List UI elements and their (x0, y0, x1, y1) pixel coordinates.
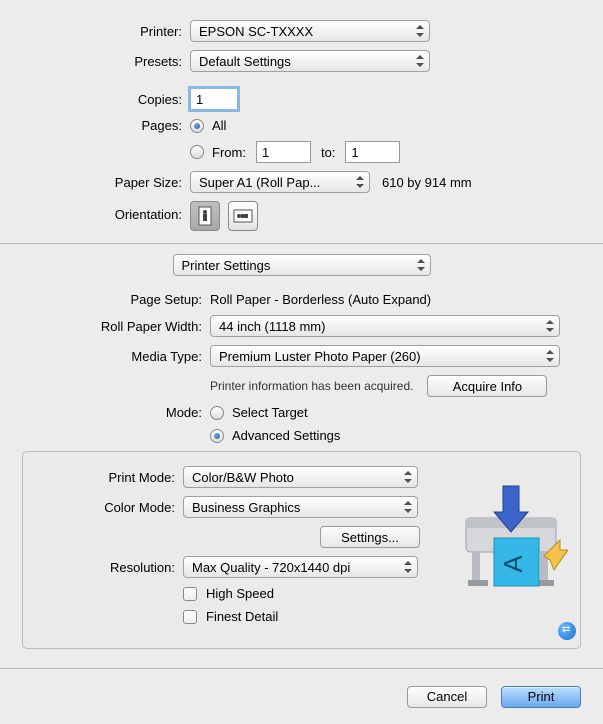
cancel-button[interactable]: Cancel (407, 686, 487, 708)
orientation-portrait-button[interactable] (190, 201, 220, 231)
pages-all-label: All (212, 118, 226, 133)
paper-size-dims: 610 by 914 mm (382, 175, 472, 190)
finest-detail-label: Finest Detail (206, 609, 278, 624)
printer-label: Printer: (20, 24, 190, 39)
high-speed-label: High Speed (206, 586, 274, 601)
pages-label: Pages: (20, 118, 190, 133)
acquire-info-text: Printer information has been acquired. (210, 379, 413, 393)
print-mode-label: Print Mode: (33, 470, 183, 485)
roll-width-select[interactable]: 44 inch (1118 mm) (210, 315, 560, 337)
media-type-select[interactable]: Premium Luster Photo Paper (260) (210, 345, 560, 367)
page-setup-label: Page Setup: (20, 292, 210, 307)
section-select-value: Printer Settings (182, 258, 271, 273)
presets-select[interactable]: Default Settings (190, 50, 430, 72)
divider (0, 243, 603, 244)
page-setup-value: Roll Paper - Borderless (Auto Expand) (210, 292, 431, 307)
orientation-label: Orientation: (20, 201, 190, 222)
pages-to-input[interactable] (345, 141, 400, 163)
resolution-label: Resolution: (33, 560, 183, 575)
print-mode-value: Color/B&W Photo (192, 470, 294, 485)
color-mode-value: Business Graphics (192, 500, 300, 515)
color-mode-select[interactable]: Business Graphics (183, 496, 418, 518)
section-select[interactable]: Printer Settings (173, 254, 431, 276)
mode-select-target-radio[interactable] (210, 406, 224, 420)
copies-input[interactable] (190, 88, 238, 110)
media-type-label: Media Type: (20, 349, 210, 364)
printer-value: EPSON SC-TXXXX (199, 24, 313, 39)
roll-width-value: 44 inch (1118 mm) (219, 319, 325, 334)
media-type-value: Premium Luster Photo Paper (260) (219, 349, 421, 364)
landscape-icon (233, 208, 253, 224)
high-speed-checkbox[interactable] (183, 587, 197, 601)
mode-label: Mode: (20, 405, 210, 420)
acquire-info-button[interactable]: Acquire Info (427, 375, 547, 397)
resolution-select[interactable]: Max Quality - 720x1440 dpi (183, 556, 418, 578)
portrait-icon (197, 206, 213, 226)
sync-icon (558, 622, 576, 640)
orientation-landscape-button[interactable] (228, 201, 258, 231)
print-button[interactable]: Print (501, 686, 581, 708)
print-mode-select[interactable]: Color/B&W Photo (183, 466, 418, 488)
dialog-footer: Cancel Print (0, 668, 603, 724)
printer-icon: A (458, 480, 568, 595)
presets-label: Presets: (20, 54, 190, 69)
printer-select[interactable]: EPSON SC-TXXXX (190, 20, 430, 42)
color-mode-label: Color Mode: (33, 500, 183, 515)
pages-from-label: From: (212, 145, 246, 160)
color-settings-button[interactable]: Settings... (320, 526, 420, 548)
mode-advanced-label: Advanced Settings (232, 428, 340, 443)
paper-size-value: Super A1 (Roll Pap... (199, 175, 320, 190)
svg-text:A: A (498, 555, 528, 573)
advanced-panel: Print Mode: Color/B&W Photo Color Mode: … (22, 451, 581, 649)
pages-to-label: to: (321, 145, 335, 160)
mode-advanced-radio[interactable] (210, 429, 224, 443)
roll-width-label: Roll Paper Width: (20, 319, 210, 334)
pages-all-radio[interactable] (190, 119, 204, 133)
mode-select-target-label: Select Target (232, 405, 308, 420)
paper-size-select[interactable]: Super A1 (Roll Pap... (190, 171, 370, 193)
resolution-value: Max Quality - 720x1440 dpi (192, 560, 350, 575)
presets-value: Default Settings (199, 54, 291, 69)
paper-size-label: Paper Size: (20, 175, 190, 190)
pages-from-input[interactable] (256, 141, 311, 163)
pages-from-radio[interactable] (190, 145, 204, 159)
copies-label: Copies: (20, 92, 190, 107)
finest-detail-checkbox[interactable] (183, 610, 197, 624)
